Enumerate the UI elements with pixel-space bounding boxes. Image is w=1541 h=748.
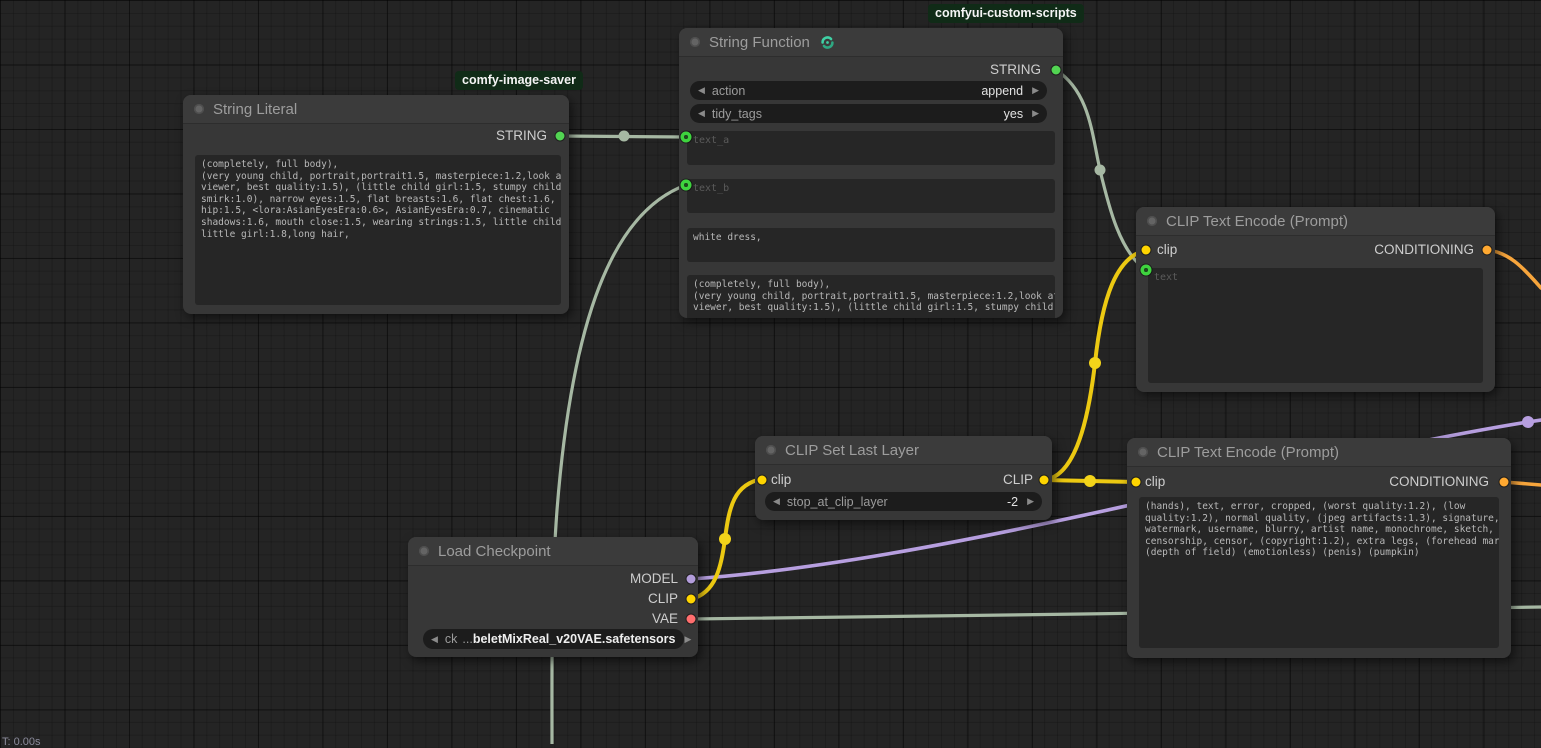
input-slot-text-a[interactable] — [681, 132, 692, 143]
node-load-checkpoint[interactable]: Load Checkpoint MODEL CLIP VAE ◀ ck ... … — [408, 537, 698, 657]
string-literal-textarea[interactable]: (completely, full body), (very young chi… — [195, 155, 561, 305]
widget-increment-arrow[interactable]: ▶ — [1032, 109, 1039, 118]
badge-comfyui-custom-scripts: comfyui-custom-scripts — [928, 4, 1084, 23]
reroute-dot-clip-3[interactable] — [1089, 357, 1101, 369]
widget-decrement-arrow[interactable]: ◀ — [698, 86, 705, 95]
text-textarea[interactable]: text — [1148, 268, 1483, 383]
output-label-clip: CLIP — [1003, 473, 1033, 487]
widget-decrement-arrow[interactable]: ◀ — [431, 635, 438, 644]
widget-tidy-tags[interactable]: ◀ tidy_tags yes ▶ — [690, 104, 1047, 123]
input-slot-clip[interactable] — [1132, 478, 1141, 487]
output-slot-clip[interactable] — [687, 595, 696, 604]
output-slot-conditioning[interactable] — [1483, 246, 1492, 255]
widget-increment-arrow[interactable]: ▶ — [1032, 86, 1039, 95]
output-label-model: MODEL — [630, 572, 678, 586]
text-b-placeholder: text_b — [693, 183, 729, 194]
widget-increment-arrow[interactable]: ▶ — [1027, 497, 1034, 506]
node-title: CLIP Text Encode (Prompt) — [1157, 444, 1339, 461]
output-slot-conditioning[interactable] — [1500, 478, 1509, 487]
widget-label: action — [712, 84, 745, 98]
reroute-dot-clip-2[interactable] — [1084, 475, 1096, 487]
widget-value: yes — [762, 107, 1023, 121]
node-title: CLIP Set Last Layer — [785, 442, 919, 459]
input-label-clip: clip — [1157, 243, 1177, 257]
widget-label: stop_at_clip_layer — [787, 495, 888, 509]
reroute-dot-string-2[interactable] — [1095, 165, 1106, 176]
widget-value: -2 — [888, 495, 1018, 509]
node-clip-set-last-layer[interactable]: CLIP Set Last Layer clip CLIP ◀ stop_at_… — [755, 436, 1052, 520]
node-title-bar[interactable]: String Literal — [183, 95, 569, 124]
text-a-textarea[interactable]: text_a — [687, 131, 1055, 165]
reroute-dot-string[interactable] — [619, 131, 630, 142]
output-slot-model[interactable] — [687, 575, 696, 584]
input-label-clip: clip — [771, 473, 791, 487]
output-label-vae: VAE — [652, 612, 678, 626]
widget-decrement-arrow[interactable]: ◀ — [773, 497, 780, 506]
text-d-textarea[interactable]: (completely, full body), (very young chi… — [687, 275, 1055, 318]
node-clip-text-encode-positive[interactable]: CLIP Text Encode (Prompt) clip CONDITION… — [1136, 207, 1495, 392]
collapse-dot[interactable] — [1138, 447, 1148, 457]
widget-decrement-arrow[interactable]: ◀ — [698, 109, 705, 118]
widget-ckpt-name[interactable]: ◀ ck ... beletMixReal_v20VAE.safetensors… — [423, 629, 684, 649]
collapse-dot[interactable] — [419, 546, 429, 556]
node-title-bar[interactable]: CLIP Set Last Layer — [755, 436, 1052, 465]
input-label-clip: clip — [1145, 475, 1165, 489]
node-title: String Literal — [213, 101, 297, 118]
text-a-placeholder: text_a — [693, 135, 729, 146]
widget-value: beletMixReal_v20VAE.safetensors — [473, 632, 676, 646]
widget-increment-arrow[interactable]: ▶ — [685, 635, 692, 644]
output-label-string: STRING — [496, 129, 547, 143]
badge-comfy-image-saver: comfy-image-saver — [455, 71, 583, 90]
input-slot-text-b[interactable] — [681, 180, 692, 191]
input-slot-text[interactable] — [1141, 265, 1152, 276]
output-slot-string[interactable] — [1052, 66, 1061, 75]
text-c-textarea[interactable]: white dress, — [687, 228, 1055, 262]
widget-value: append — [745, 84, 1023, 98]
reroute-dot-model[interactable] — [1522, 416, 1534, 428]
collapse-dot[interactable] — [1147, 216, 1157, 226]
collapse-dot[interactable] — [766, 445, 776, 455]
node-title: CLIP Text Encode (Prompt) — [1166, 213, 1348, 230]
output-label-clip: CLIP — [648, 592, 678, 606]
widget-action[interactable]: ◀ action append ▶ — [690, 81, 1047, 100]
output-label-conditioning: CONDITIONING — [1389, 475, 1489, 489]
node-title: Load Checkpoint — [438, 543, 551, 560]
output-slot-vae[interactable] — [687, 615, 696, 624]
node-string-literal[interactable]: String Literal STRING (completely, full … — [183, 95, 569, 314]
output-slot-clip[interactable] — [1040, 476, 1049, 485]
output-label-string: STRING — [990, 63, 1041, 77]
node-string-function[interactable]: String Function STRING ◀ action append ▶… — [679, 28, 1063, 318]
output-slot-string[interactable] — [556, 132, 565, 141]
widget-stop-at-clip-layer[interactable]: ◀ stop_at_clip_layer -2 ▶ — [765, 492, 1042, 511]
input-slot-clip[interactable] — [1142, 246, 1151, 255]
node-title-bar[interactable]: Load Checkpoint — [408, 537, 698, 566]
wire-cond-positive — [1487, 250, 1541, 288]
widget-label: ck — [445, 632, 458, 646]
wire-offscreen-to-text-b — [552, 185, 686, 744]
text-b-textarea[interactable]: text_b — [687, 179, 1055, 213]
collapse-dot[interactable] — [690, 37, 700, 47]
node-title-bar[interactable]: CLIP Text Encode (Prompt) — [1136, 207, 1495, 236]
widget-label: tidy_tags — [712, 107, 762, 121]
widget-label-ellipsis: ... — [462, 632, 472, 646]
negative-prompt-textarea[interactable]: (hands), text, error, cropped, (worst qu… — [1139, 497, 1499, 648]
input-slot-clip[interactable] — [758, 476, 767, 485]
custom-scripts-icon — [819, 34, 836, 51]
reroute-dot-clip-1[interactable] — [719, 533, 731, 545]
node-title-bar[interactable]: String Function — [679, 28, 1063, 57]
node-title: String Function — [709, 34, 810, 51]
output-label-conditioning: CONDITIONING — [1374, 243, 1474, 257]
node-title-bar[interactable]: CLIP Text Encode (Prompt) — [1127, 438, 1511, 467]
execution-time-text: T: 0.00s — [2, 736, 41, 748]
node-clip-text-encode-negative[interactable]: CLIP Text Encode (Prompt) clip CONDITION… — [1127, 438, 1511, 658]
text-placeholder: text — [1154, 272, 1178, 283]
collapse-dot[interactable] — [194, 104, 204, 114]
